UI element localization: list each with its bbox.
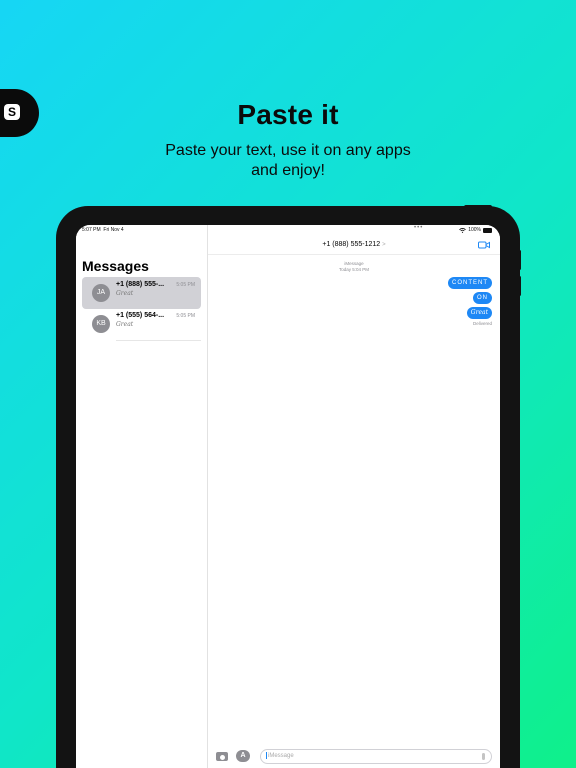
conversation-pane: ••• 100% +1 (888) 555-1212 > iMessage To… <box>208 225 500 768</box>
message-bubble[interactable]: ON <box>473 292 492 304</box>
message-bubble[interactable]: CONTENT <box>448 277 492 289</box>
microphone-icon[interactable] <box>482 753 485 760</box>
messages-sidebar: 5:07 PM Fri Nov 4 Messages JA +1 (888) 5… <box>76 225 208 768</box>
headline: Paste it <box>237 99 339 130</box>
battery-percent: 100% <box>468 227 481 233</box>
chat-header: +1 (888) 555-1212 > <box>208 237 500 255</box>
message-bubble[interactable]: Great <box>466 307 492 319</box>
chat-title[interactable]: +1 (888) 555-1212 > <box>208 241 500 248</box>
conversation-name: +1 (555) 564-... <box>116 312 165 319</box>
message-meta: iMessage Today 5:04 PM <box>208 261 500 273</box>
wifi-icon <box>459 227 467 233</box>
status-time: 5:07 PM Fri Nov 4 <box>82 227 124 233</box>
multitask-dots[interactable]: ••• <box>414 225 423 231</box>
conversation-item[interactable]: KB +1 (555) 564-... 5:05 PM Great <box>82 308 201 340</box>
message-input[interactable]: iMessage <box>260 749 492 764</box>
battery-icon <box>483 227 492 233</box>
conversation-preview: Great <box>116 321 134 328</box>
conversation-item[interactable]: JA +1 (888) 555-... 5:05 PM Great <box>82 277 201 309</box>
subheadline: Paste your text, use it on any apps and … <box>165 142 411 179</box>
text-cursor <box>266 751 267 759</box>
status-right: 100% <box>459 227 492 233</box>
conversation-preview: Great <box>116 290 134 297</box>
video-camera-icon[interactable] <box>478 241 490 249</box>
conversation-time: 5:05 PM <box>176 282 195 288</box>
message-input-bar: A iMessage <box>208 747 500 768</box>
sidebar-title: Messages <box>82 258 149 274</box>
conversation-name: +1 (888) 555-... <box>116 281 165 288</box>
app-store-icon[interactable]: A <box>236 750 250 762</box>
message-timestamp: Today 5:04 PM <box>338 267 370 272</box>
chevron-right-icon: > <box>382 242 386 248</box>
divider <box>116 340 201 341</box>
tablet-screen: 5:07 PM Fri Nov 4 Messages JA +1 (888) 5… <box>76 225 500 768</box>
conversation-time: 5:05 PM <box>176 313 195 319</box>
delivered-label: Delivered <box>472 321 492 326</box>
camera-icon[interactable] <box>216 752 228 761</box>
avatar: JA <box>92 284 110 302</box>
avatar: KB <box>92 315 110 333</box>
